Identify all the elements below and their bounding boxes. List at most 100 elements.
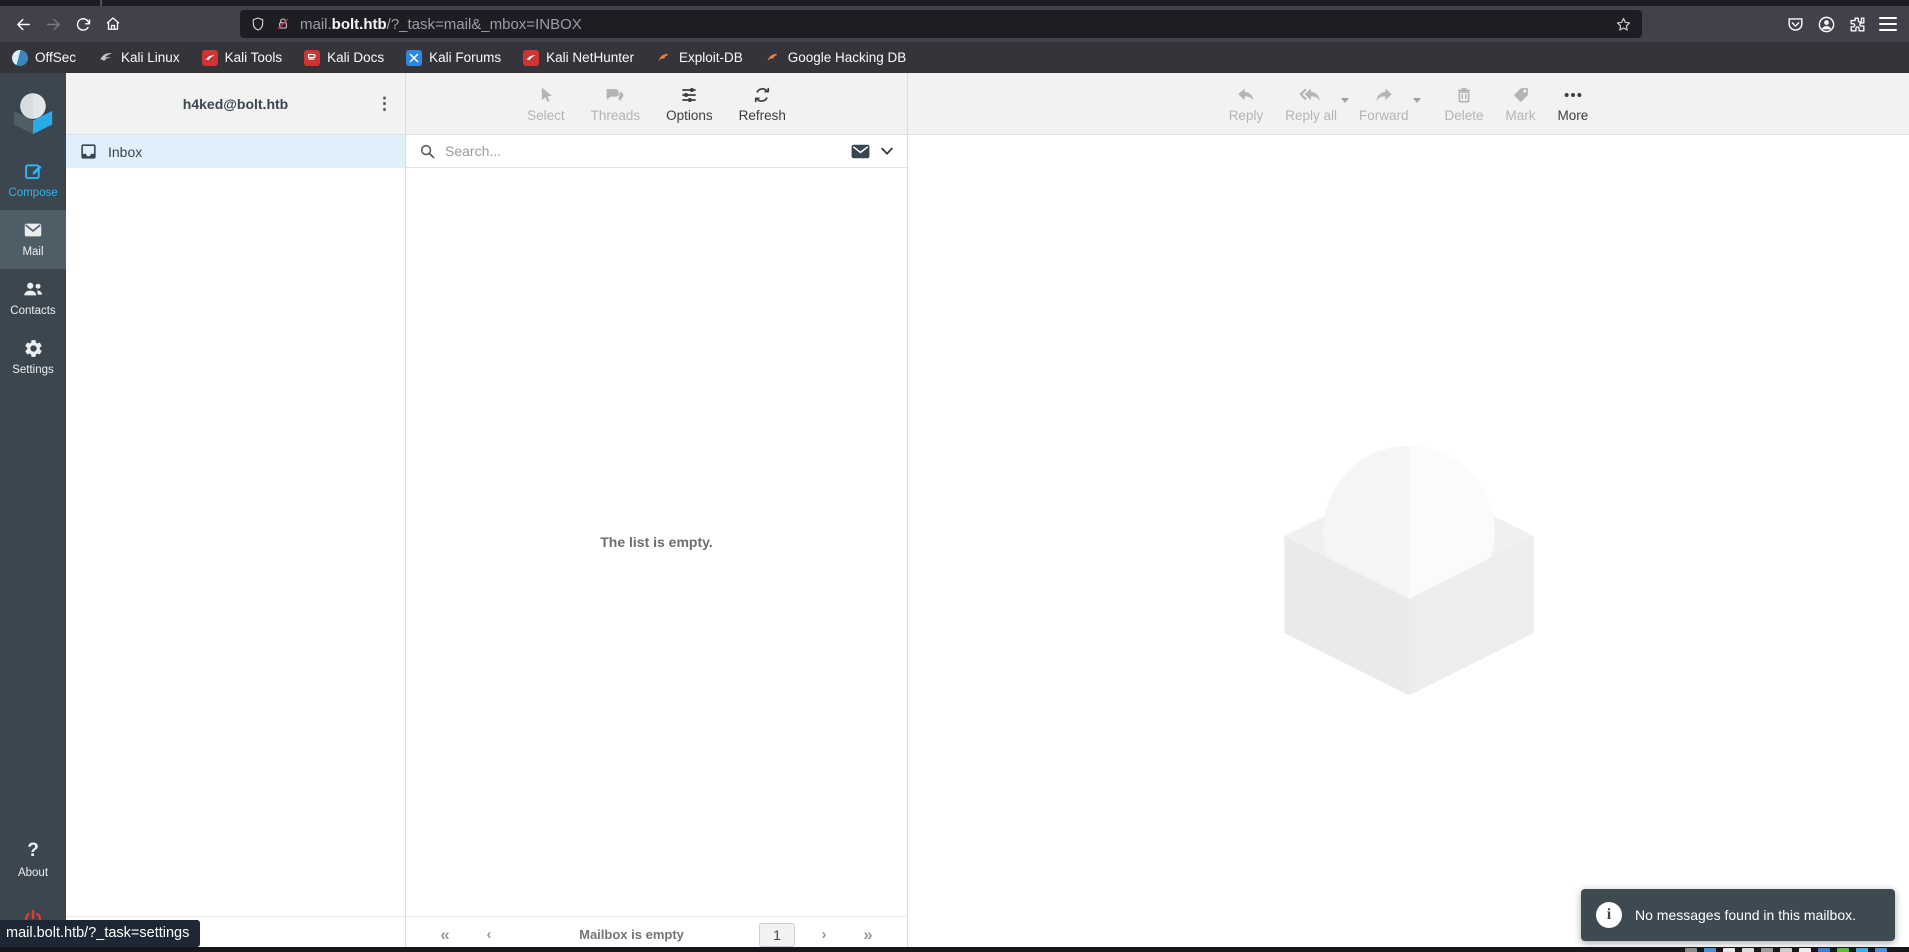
info-icon: i: [1596, 902, 1622, 928]
reload-button[interactable]: [68, 10, 98, 38]
bookmark-offsec[interactable]: OffSec: [12, 49, 77, 66]
exploit-db-bird-favicon: [656, 50, 672, 66]
taskbar-icon[interactable]: [1704, 948, 1716, 952]
toast-notification[interactable]: i No messages found in this mailbox.: [1581, 889, 1895, 941]
bookmark-label: Kali NetHunter: [546, 50, 634, 65]
taskbar-icon[interactable]: [1742, 948, 1754, 952]
forward-dropdown-caret[interactable]: [1412, 97, 1421, 103]
empty-list-text: The list is empty.: [600, 534, 713, 550]
refresh-icon: [755, 87, 770, 102]
next-page-button[interactable]: ›: [809, 926, 839, 943]
bookmark-kali-linux[interactable]: Kali Linux: [98, 50, 180, 66]
browser-action-icons: [1786, 15, 1901, 34]
forward-button[interactable]: [38, 10, 68, 38]
taskbar-icon[interactable]: [1799, 948, 1811, 952]
bookmark-exploit-db[interactable]: Exploit-DB: [656, 50, 743, 66]
tracking-shield-icon[interactable]: [250, 16, 266, 32]
menu-hamburger-icon[interactable]: [1879, 17, 1897, 31]
taskbar-icons: [1685, 948, 1887, 952]
mark-tag-icon: [1513, 87, 1528, 102]
more-button[interactable]: More: [1558, 85, 1588, 123]
tool-label: Reply: [1228, 107, 1264, 123]
ghdb-bird-favicon: [765, 50, 781, 66]
reply-all-dropdown-caret[interactable]: [1340, 97, 1349, 103]
compose-icon: [23, 160, 44, 182]
folders-pane: h4ked@bolt.htb ⋮ Inbox: [66, 73, 406, 952]
mark-button[interactable]: Mark: [1506, 85, 1536, 123]
url-bar[interactable]: mail.bolt.htb/?_task=mail&_mbox=INBOX: [240, 10, 1642, 38]
taskbar-icon[interactable]: [1837, 948, 1849, 952]
forward-button[interactable]: Forward: [1359, 85, 1421, 123]
reply-icon: [1238, 87, 1254, 101]
message-preview-area: i No messages found in this mailbox.: [908, 135, 1909, 952]
pocket-icon[interactable]: [1786, 15, 1805, 34]
options-button[interactable]: Options: [666, 85, 713, 123]
taskbar-icon[interactable]: [1818, 948, 1830, 952]
browser-navbar: mail.bolt.htb/?_task=mail&_mbox=INBOX: [0, 6, 1909, 42]
mail-icon: [22, 219, 44, 241]
bookmark-kali-tools[interactable]: Kali Tools: [201, 49, 283, 66]
sidebar-item-contacts[interactable]: Contacts: [0, 269, 66, 328]
reply-all-button[interactable]: Reply all: [1285, 85, 1349, 123]
page-number-input[interactable]: [759, 922, 795, 947]
back-button[interactable]: [8, 10, 38, 38]
bookmark-star-icon[interactable]: [1615, 16, 1632, 33]
extensions-puzzle-icon[interactable]: [1848, 15, 1867, 34]
roundcube-app: Compose Mail Contacts Settings ? About h…: [0, 73, 1909, 952]
search-input[interactable]: [445, 143, 841, 159]
search-bar: [406, 135, 907, 168]
sidebar-item-label: Mail: [22, 246, 44, 258]
sidebar-item-mail[interactable]: Mail: [0, 210, 66, 269]
reply-button[interactable]: Reply: [1228, 85, 1264, 123]
taskbar-icon[interactable]: [1761, 948, 1773, 952]
first-page-button[interactable]: «: [430, 925, 460, 945]
last-page-button[interactable]: »: [853, 925, 883, 945]
sidebar-item-label: Contacts: [10, 305, 56, 317]
tool-label: Threads: [590, 107, 641, 123]
url-text: mail.bolt.htb/?_task=mail&_mbox=INBOX: [300, 16, 582, 33]
bookmark-label: OffSec: [35, 50, 77, 65]
bookmark-kali-nethunter[interactable]: Kali NetHunter: [523, 49, 634, 66]
sidebar-item-settings[interactable]: Settings: [0, 328, 66, 387]
refresh-button[interactable]: Refresh: [739, 85, 786, 123]
task-sidebar: Compose Mail Contacts Settings ? About: [0, 73, 66, 952]
mailbox-status-text: Mailbox is empty: [579, 927, 684, 942]
taskbar-icon[interactable]: [1875, 948, 1887, 952]
threads-button[interactable]: Threads: [590, 85, 641, 123]
taskbar-icon[interactable]: [1780, 948, 1792, 952]
bookmark-kali-forums[interactable]: Kali Forums: [406, 49, 501, 66]
search-options-chevron-icon[interactable]: [880, 145, 894, 157]
account-icon[interactable]: [1817, 15, 1836, 34]
taskbar-icon[interactable]: [1723, 948, 1735, 952]
sidebar-item-compose[interactable]: Compose: [0, 151, 66, 210]
folder-item-inbox[interactable]: Inbox: [66, 135, 405, 168]
bookmark-google-hacking-db[interactable]: Google Hacking DB: [765, 50, 906, 66]
list-toolbar: Select Threads Options Refresh: [406, 73, 907, 135]
folders-header: h4ked@bolt.htb ⋮: [66, 73, 405, 135]
delete-button[interactable]: Delete: [1445, 85, 1484, 123]
insecure-lock-icon[interactable]: [275, 16, 291, 32]
settings-gear-icon: [23, 337, 44, 359]
bookmark-label: Kali Tools: [224, 50, 283, 65]
sidebar-item-about[interactable]: ? About: [0, 831, 66, 890]
prev-page-button[interactable]: ‹: [474, 926, 504, 943]
taskbar-icon[interactable]: [1685, 948, 1697, 952]
taskbar-icon[interactable]: [1856, 948, 1868, 952]
tool-label: Delete: [1444, 107, 1484, 123]
home-button[interactable]: [98, 10, 128, 38]
folder-options-kebab-icon[interactable]: ⋮: [365, 94, 405, 114]
options-sliders-icon: [682, 87, 697, 102]
kali-nethunter-favicon: [523, 49, 540, 66]
bookmark-kali-docs[interactable]: Kali Docs: [304, 49, 384, 66]
search-scope-mail-icon[interactable]: [850, 143, 871, 160]
url-prefix: mail.: [300, 15, 332, 33]
toast-message: No messages found in this mailbox.: [1635, 907, 1856, 923]
threads-icon: [607, 88, 624, 101]
folders-body: [66, 168, 405, 916]
roundcube-logo: [0, 73, 66, 151]
bookmarks-toolbar: OffSec Kali Linux Kali Tools Kali Docs K…: [0, 42, 1909, 73]
sidebar-item-label: Compose: [8, 187, 58, 199]
home-icon: [106, 17, 120, 30]
select-button[interactable]: Select: [527, 85, 565, 123]
tool-label: Refresh: [738, 107, 786, 123]
